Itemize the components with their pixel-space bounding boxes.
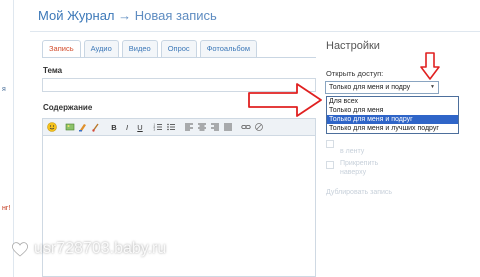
content-label: Содержание (43, 103, 93, 112)
toolbar-separator (59, 121, 63, 133)
tab-poll[interactable]: Опрос (160, 40, 197, 57)
align-justify-icon[interactable] (222, 121, 234, 133)
sidebar-fragment[interactable]: нг! (2, 205, 10, 212)
pin-checkbox[interactable] (326, 161, 334, 169)
toolbar-separator (235, 121, 239, 133)
editor-toolbar: B I U 123 (43, 119, 315, 136)
tab-photo-album[interactable]: Фотоальбом (199, 40, 257, 57)
align-center-icon[interactable] (196, 121, 208, 133)
italic-button[interactable]: I (121, 121, 133, 133)
watermark-text: usr728703.baby.ru (34, 240, 167, 257)
access-option[interactable]: Только для меня и лучших подруг (327, 124, 458, 133)
breadcrumb-link-my-journal[interactable]: Мой Журнал (38, 8, 115, 23)
brush-icon[interactable] (90, 121, 102, 133)
left-sidebar: я нг! (0, 0, 14, 277)
underline-button[interactable]: U (134, 121, 146, 133)
access-dropdown: Для всех Только для меня Только для меня… (326, 96, 459, 134)
watermark: usr728703.baby.ru (10, 239, 166, 259)
image-icon[interactable] (64, 121, 76, 133)
ordered-list-icon[interactable]: 123 (152, 121, 164, 133)
title-label: Тема (43, 66, 63, 75)
toolbar-separator (103, 121, 107, 133)
breadcrumb-separator: → (118, 8, 132, 23)
settings-heading: Настройки (326, 40, 380, 52)
tab-video[interactable]: Видео (121, 40, 158, 57)
baby-ru-logo-icon (12, 242, 28, 257)
right-arrow-annotation (248, 83, 322, 117)
post-type-tabs: Запись Аудио Видео Опрос Фотоальбом (42, 40, 260, 58)
access-option-selected[interactable]: Только для меня и подруг (327, 115, 458, 124)
access-option[interactable]: Только для меня (327, 106, 458, 115)
sidebar-fragment[interactable]: я (2, 86, 6, 93)
access-select[interactable]: Только для меня и подру ▼ (325, 81, 439, 94)
access-label: Открыть доступ: (326, 69, 384, 78)
toolbar-separator (147, 121, 151, 133)
access-select-value: Только для меня и подру (329, 84, 411, 91)
access-option[interactable]: Для всех (327, 97, 458, 106)
tab-audio[interactable]: Аудио (83, 40, 119, 57)
align-right-icon[interactable] (209, 121, 221, 133)
tab-divider (42, 57, 316, 58)
page-title: Новая запись (134, 8, 217, 23)
pin-label: Прикрепить (340, 160, 379, 167)
bold-button[interactable]: B (108, 121, 120, 133)
breadcrumb: Мой Журнал → Новая запись (38, 8, 217, 23)
pin-label-cont: наверху (340, 169, 367, 176)
page-header: Мой Журнал → Новая запись (30, 0, 480, 32)
smiley-icon[interactable] (46, 121, 58, 133)
align-left-icon[interactable] (183, 121, 195, 133)
publish-to-feed-label: в ленту (340, 148, 365, 155)
link-icon[interactable] (240, 121, 252, 133)
paint-icon[interactable] (77, 121, 89, 133)
unordered-list-icon[interactable] (165, 121, 177, 133)
svg-text:3: 3 (154, 128, 156, 132)
down-arrow-annotation (420, 52, 440, 80)
tab-post[interactable]: Запись (42, 40, 81, 58)
duplicate-post-link[interactable]: Дублировать запись (326, 189, 392, 196)
chevron-down-icon: ▼ (430, 84, 435, 90)
unlink-icon[interactable] (253, 121, 265, 133)
toolbar-separator (178, 121, 182, 133)
publish-to-feed-checkbox[interactable] (326, 140, 334, 148)
